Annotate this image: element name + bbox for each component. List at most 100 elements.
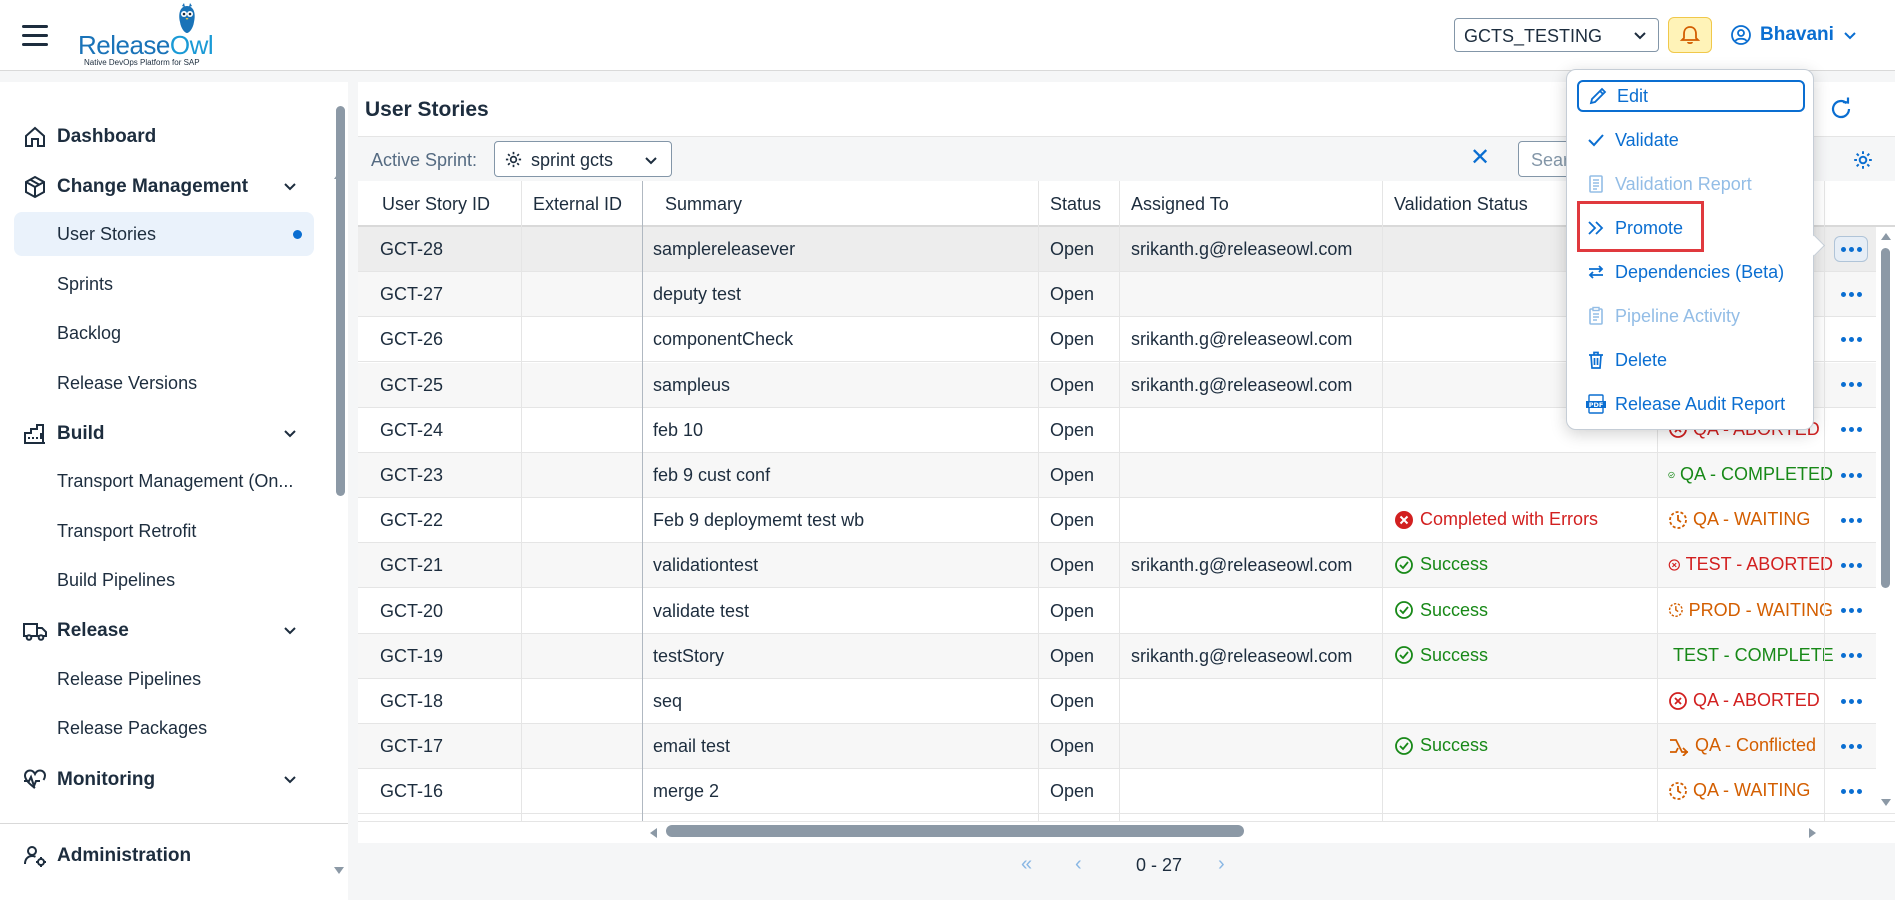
column-header-status[interactable]: Status [1050, 194, 1101, 215]
sidebar-item-backlog[interactable]: Backlog [14, 311, 314, 355]
table-vertical-scroll-thumb[interactable] [1881, 248, 1890, 588]
row-more-actions-button[interactable] [1834, 281, 1868, 307]
notifications-button[interactable] [1668, 17, 1712, 53]
user-menu-button[interactable]: Bhavani [1730, 20, 1858, 50]
clipboard-icon [1589, 306, 1603, 325]
sidebar-item-sprints[interactable]: Sprints [14, 262, 314, 306]
sidebar-item-user-stories[interactable]: User Stories [14, 212, 314, 256]
table-row[interactable]: GCT-16 merge 2 Open QA - WAITING [358, 769, 1895, 815]
row-more-actions-button[interactable] [1834, 326, 1868, 352]
sidebar-scroll-thumb[interactable] [336, 106, 345, 496]
menu-item-dependencies[interactable]: Dependencies (Beta) [1577, 256, 1805, 288]
row-more-actions-button[interactable] [1834, 598, 1868, 624]
cell-user-story-id[interactable]: GCT-18 [380, 691, 443, 712]
cell-summary: merge 2 [653, 781, 720, 802]
nav-change-management[interactable]: Change Management [0, 166, 330, 206]
previous-page-icon[interactable]: ‹ [1075, 853, 1082, 876]
nav-build[interactable]: Build [0, 413, 330, 453]
cell-user-story-id[interactable]: GCT-20 [380, 601, 443, 622]
menu-item-edit[interactable]: Edit [1577, 80, 1805, 112]
column-separator [521, 181, 522, 821]
table-row[interactable]: GCT-18 seq Open QA - ABORTED [358, 679, 1895, 724]
cell-user-story-id[interactable]: GCT-21 [380, 555, 443, 576]
column-header-external-id[interactable]: External ID [533, 194, 622, 215]
cell-user-story-id[interactable]: GCT-28 [380, 239, 443, 260]
nav-administration[interactable]: Administration [0, 835, 330, 875]
nav-group-label: Build [57, 423, 105, 444]
sidebar-item-release-versions[interactable]: Release Versions [14, 361, 314, 405]
menu-item-validate[interactable]: Validate [1577, 124, 1805, 156]
error-x-icon [1395, 510, 1413, 529]
cell-summary: Feb 9 deploymemt test wb [653, 510, 865, 531]
table-settings-gear-icon[interactable] [1852, 149, 1874, 171]
cell-user-story-id[interactable]: GCT-22 [380, 510, 443, 531]
side-navigation: Dashboard Change Management User Stories… [0, 82, 348, 900]
refresh-icon[interactable] [1826, 94, 1856, 124]
conflict-arrow-icon [1670, 738, 1689, 756]
cell-user-story-id[interactable]: GCT-25 [380, 375, 443, 396]
row-more-actions-button[interactable] [1834, 778, 1868, 804]
row-more-actions-button[interactable] [1834, 462, 1868, 488]
cell-user-story-id[interactable]: GCT-26 [380, 329, 443, 350]
cell-assigned-to: srikanth.g@releaseowl.com [1131, 645, 1353, 666]
row-more-actions-button[interactable] [1834, 507, 1868, 533]
row-more-actions-button[interactable] [1834, 688, 1868, 714]
menu-item-label: Release Audit Report [1615, 393, 1786, 414]
cell-assigned-to: srikanth.g@releaseowl.com [1131, 374, 1353, 395]
active-sprint-label: Active Sprint: [371, 150, 478, 170]
row-more-actions-button[interactable] [1834, 372, 1868, 398]
table-row[interactable]: GCT-23 feb 9 cust conf Open QA - COMPLETED [358, 453, 1895, 498]
row-more-actions-button[interactable] [1834, 417, 1868, 443]
cell-status: Open [1050, 510, 1095, 531]
cell-user-story-id[interactable]: GCT-17 [380, 736, 443, 757]
next-page-icon[interactable]: › [1218, 853, 1225, 876]
sidebar-item-label: Transport Management (On... [57, 471, 294, 491]
cell-pipeline-status: QA - WAITING [1668, 780, 1833, 801]
pipeline-status-text: PROD - WAITING [1688, 599, 1833, 620]
row-more-actions-button[interactable] [1834, 643, 1868, 669]
active-sprint-select[interactable]: sprint gcts [494, 141, 672, 177]
column-header-assigned-to[interactable]: Assigned To [1131, 194, 1229, 215]
column-header-summary[interactable]: Summary [665, 194, 742, 215]
swap-arrows-icon [1588, 265, 1604, 279]
cell-user-story-id[interactable]: GCT-27 [380, 284, 443, 305]
sidebar-item-release-packages[interactable]: Release Packages [14, 706, 314, 750]
row-more-actions-button[interactable] [1834, 733, 1868, 759]
releaseowl-logo[interactable]: ReleaseOwl Native DevOps Platform for SA… [78, 2, 218, 68]
nav-monitoring[interactable]: Monitoring [0, 759, 330, 799]
row-more-actions-button[interactable] [1834, 236, 1868, 262]
user-name: Bhavani [1760, 24, 1834, 45]
sidebar-item-build-pipelines[interactable]: Build Pipelines [14, 558, 314, 602]
table-horizontal-scroll-thumb[interactable] [666, 825, 1244, 837]
first-page-icon[interactable]: « [1021, 853, 1032, 876]
row-more-actions-button[interactable] [1834, 552, 1868, 578]
cell-status: Open [1050, 736, 1095, 757]
system-select[interactable]: GCTS_TESTING [1454, 18, 1659, 52]
column-header-user-story-id[interactable]: User Story ID [382, 194, 490, 215]
cell-summary: samplereleasever [653, 239, 796, 259]
table-row[interactable]: GCT-19 testStory Open srikanth.g@releaseowl… [358, 633, 1895, 679]
sidebar-item-transport-retrofit[interactable]: Transport Retrofit [14, 509, 314, 553]
cell-user-story-id[interactable]: GCT-19 [380, 646, 443, 667]
table-row[interactable]: GCT-20 validate test Open Success PROD - WAI… [358, 588, 1895, 634]
nav-release[interactable]: Release [0, 610, 330, 650]
nav-dashboard[interactable]: Dashboard [0, 116, 330, 156]
cell-user-story-id[interactable]: GCT-16 [380, 781, 443, 802]
column-separator [642, 181, 643, 821]
column-header-validation-status[interactable]: Validation Status [1394, 194, 1528, 215]
cell-user-story-id[interactable]: GCT-24 [380, 420, 443, 441]
table-row[interactable]: GCT-17 email test Open Success QA - Conflict… [358, 724, 1895, 770]
clear-filter-icon[interactable]: ✕ [1470, 146, 1490, 170]
menu-item-release-audit-report[interactable]: PDF Release Audit Report [1577, 388, 1805, 420]
validation-status-text: Success [1420, 554, 1489, 575]
hamburger-menu-icon[interactable] [22, 25, 48, 47]
table-row[interactable]: GCT-22 Feb 9 deploymemt test wb Open Comple… [358, 498, 1895, 544]
table-row[interactable]: GCT-21 validationtest Open srikanth.g@relea… [358, 543, 1895, 589]
cell-status: Open [1050, 284, 1095, 305]
nav-group-label: Change Management [57, 176, 249, 197]
sidebar-item-release-pipelines[interactable]: Release Pipelines [14, 657, 314, 701]
cell-user-story-id[interactable]: GCT-23 [380, 465, 443, 486]
menu-item-delete[interactable]: Delete [1577, 344, 1805, 376]
waiting-clock-icon [1669, 781, 1687, 800]
sidebar-item-transport-management[interactable]: Transport Management (On... [14, 459, 314, 503]
